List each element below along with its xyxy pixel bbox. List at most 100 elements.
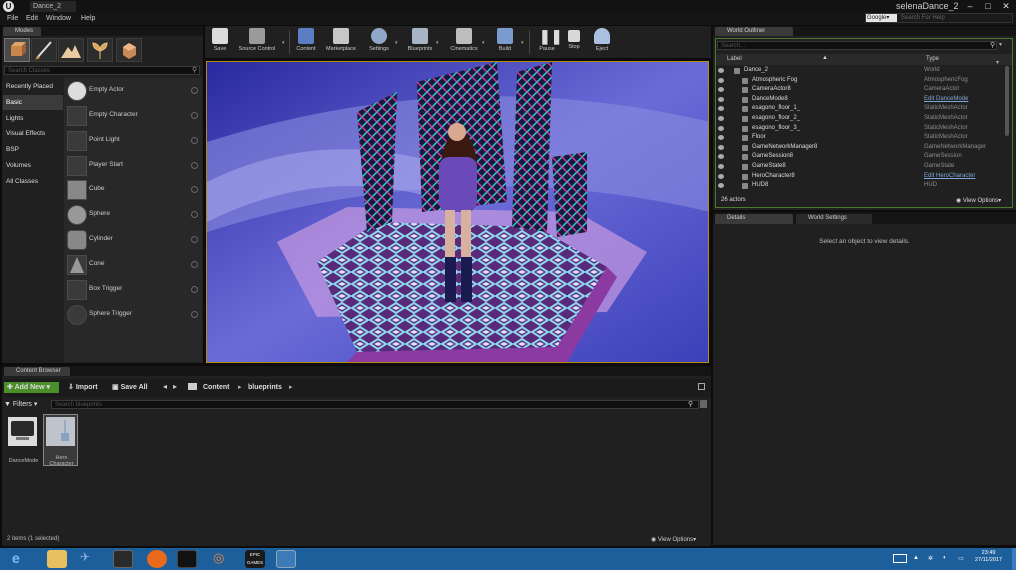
build-dropdown[interactable]: ▾ xyxy=(521,40,524,46)
outliner-row[interactable]: Floor StaticMeshActor xyxy=(716,133,1012,143)
level-viewport[interactable] xyxy=(206,61,709,363)
visibility-eye-icon[interactable] xyxy=(718,164,724,169)
place-item-empty-actor[interactable]: Empty Actor xyxy=(65,79,202,103)
outliner-search-input[interactable]: Search... xyxy=(717,41,997,50)
outliner-view-options[interactable]: ◉ View Options▾ xyxy=(956,197,1001,204)
visibility-eye-icon[interactable] xyxy=(718,68,724,73)
outliner-row[interactable]: GameSession8 GameSession xyxy=(716,152,1012,162)
visibility-eye-icon[interactable] xyxy=(718,154,724,160)
category-basic[interactable]: Basic xyxy=(3,95,63,110)
source-control-button[interactable]: Source Control xyxy=(239,27,275,57)
nvidia-icon[interactable] xyxy=(177,550,197,568)
category-visual-effects[interactable]: Visual Effects xyxy=(3,126,63,141)
place-item-empty-character[interactable]: Empty Character xyxy=(65,104,202,128)
column-type[interactable]: Type xyxy=(926,56,939,62)
visibility-eye-icon[interactable] xyxy=(718,144,724,150)
help-icon[interactable] xyxy=(191,286,198,293)
tray-expand-icon[interactable]: ▲ xyxy=(913,555,919,561)
photo-app-icon[interactable] xyxy=(113,550,133,568)
source-control-dropdown[interactable]: ▾ xyxy=(282,40,285,46)
build-button[interactable]: Build xyxy=(491,27,519,57)
eject-button[interactable]: Eject xyxy=(588,27,616,57)
outliner-row[interactable]: GameState8 GameState xyxy=(716,162,1012,172)
place-mode-icon[interactable] xyxy=(4,38,30,62)
menu-file[interactable]: File xyxy=(7,13,18,25)
file-explorer-icon[interactable] xyxy=(47,550,67,568)
place-item-sphere[interactable]: Sphere xyxy=(65,203,202,227)
outliner-row[interactable]: CameraActor8 CameraActor xyxy=(716,85,1012,95)
help-search[interactable]: Google▾ Search For Help xyxy=(865,13,1013,23)
visibility-eye-icon[interactable] xyxy=(718,183,724,189)
content-button[interactable]: Content xyxy=(292,27,320,57)
place-item-cube[interactable]: Cube xyxy=(65,178,202,202)
firefox-icon[interactable] xyxy=(147,550,167,568)
volume-icon[interactable]: ◐ xyxy=(943,555,947,561)
help-icon[interactable] xyxy=(191,236,198,243)
help-icon[interactable] xyxy=(191,112,198,119)
visibility-eye-icon[interactable] xyxy=(718,125,724,131)
outliner-row-type[interactable]: Edit HeroCharacter xyxy=(924,172,975,182)
place-item-cone[interactable]: Cone xyxy=(65,253,202,277)
outliner-row[interactable]: esagono_floor_3_ StaticMeshActor xyxy=(716,124,1012,134)
foliage-mode-icon[interactable] xyxy=(87,38,113,62)
import-button[interactable]: ⇩ Import xyxy=(68,382,98,393)
place-item-cylinder[interactable]: Cylinder xyxy=(65,228,202,252)
place-item-point-light[interactable]: Point Light xyxy=(65,129,202,153)
show-desktop-button[interactable] xyxy=(1012,548,1016,570)
search-classes-input[interactable]: Search Classes xyxy=(4,66,200,75)
menu-window[interactable]: Window xyxy=(46,13,71,25)
blueprints-button[interactable]: Blueprints xyxy=(406,27,434,57)
category-volumes[interactable]: Volumes xyxy=(3,158,63,173)
outliner-row[interactable]: esagono_floor_1_ StaticMeshActor xyxy=(716,104,1012,114)
help-icon[interactable] xyxy=(191,211,198,218)
visibility-eye-icon[interactable] xyxy=(718,87,724,93)
settings-button[interactable]: Settings xyxy=(365,27,393,57)
forward-arrow-icon[interactable]: ▸ xyxy=(173,382,177,391)
minimize-button[interactable]: – xyxy=(964,1,976,11)
blender-icon[interactable]: ◎ xyxy=(213,550,233,568)
help-search-input[interactable]: Search For Help xyxy=(901,14,945,22)
outliner-settings-icon[interactable]: ▾ xyxy=(999,41,1002,48)
category-recently-placed[interactable]: Recently Placed xyxy=(3,79,63,94)
place-item-box-trigger[interactable]: Box Trigger xyxy=(65,278,202,302)
visibility-eye-icon[interactable] xyxy=(718,173,724,179)
visibility-eye-icon[interactable] xyxy=(718,96,724,102)
asset-dancemode[interactable]: DanceMode xyxy=(5,414,40,466)
category-bsp[interactable]: BSP xyxy=(3,142,63,157)
help-search-provider[interactable]: Google▾ xyxy=(866,14,897,22)
level-tab[interactable]: Dance_2 xyxy=(30,1,76,12)
place-item-sphere-trigger[interactable]: Sphere Trigger xyxy=(65,303,202,327)
breadcrumb-blueprints[interactable]: blueprints xyxy=(248,382,282,393)
outliner-row[interactable]: DanceMode8 Edit DanceMode xyxy=(716,95,1012,105)
tab-content-browser[interactable]: Content Browser xyxy=(4,367,70,376)
save-all-button[interactable]: ▣ Save All xyxy=(112,382,148,393)
outliner-row[interactable]: Dance_2 World xyxy=(716,66,1012,76)
category-all-classes[interactable]: All Classes xyxy=(3,174,63,189)
app-pin-icon[interactable]: ✈ xyxy=(80,550,100,568)
battery-icon[interactable]: ▭ xyxy=(958,555,964,562)
category-lights[interactable]: Lights xyxy=(3,111,63,126)
cinematics-button[interactable]: Cinematics xyxy=(450,27,478,57)
tab-modes[interactable]: Modes xyxy=(3,27,41,36)
breadcrumb-content[interactable]: Content xyxy=(203,382,229,393)
network-icon[interactable]: ✲ xyxy=(928,555,933,562)
help-icon[interactable] xyxy=(191,261,198,268)
epic-games-launcher-icon[interactable]: EPIC GAMES xyxy=(245,550,265,568)
menu-help[interactable]: Help xyxy=(81,13,95,25)
outliner-row[interactable]: HUD8 HUD xyxy=(716,181,1012,191)
visibility-eye-icon[interactable] xyxy=(718,77,724,83)
help-icon[interactable] xyxy=(191,186,198,193)
keyboard-icon[interactable] xyxy=(893,554,907,563)
landscape-mode-icon[interactable] xyxy=(58,38,84,62)
column-label[interactable]: Label xyxy=(727,56,742,62)
stop-button[interactable]: Stop xyxy=(560,27,588,57)
blueprints-dropdown[interactable]: ▾ xyxy=(436,40,439,46)
save-search-icon[interactable] xyxy=(700,400,707,408)
columns-dropdown-icon[interactable]: ▾ xyxy=(996,59,999,66)
visibility-eye-icon[interactable] xyxy=(718,106,724,112)
internet-explorer-icon[interactable]: e xyxy=(12,550,32,568)
pause-button[interactable]: ❚❚ Pause xyxy=(533,27,562,57)
back-arrow-icon[interactable]: ◂ xyxy=(163,382,167,391)
content-search-input[interactable]: Search blueprints xyxy=(51,400,699,409)
add-new-button[interactable]: ✚ Add New ▾ xyxy=(4,382,59,393)
